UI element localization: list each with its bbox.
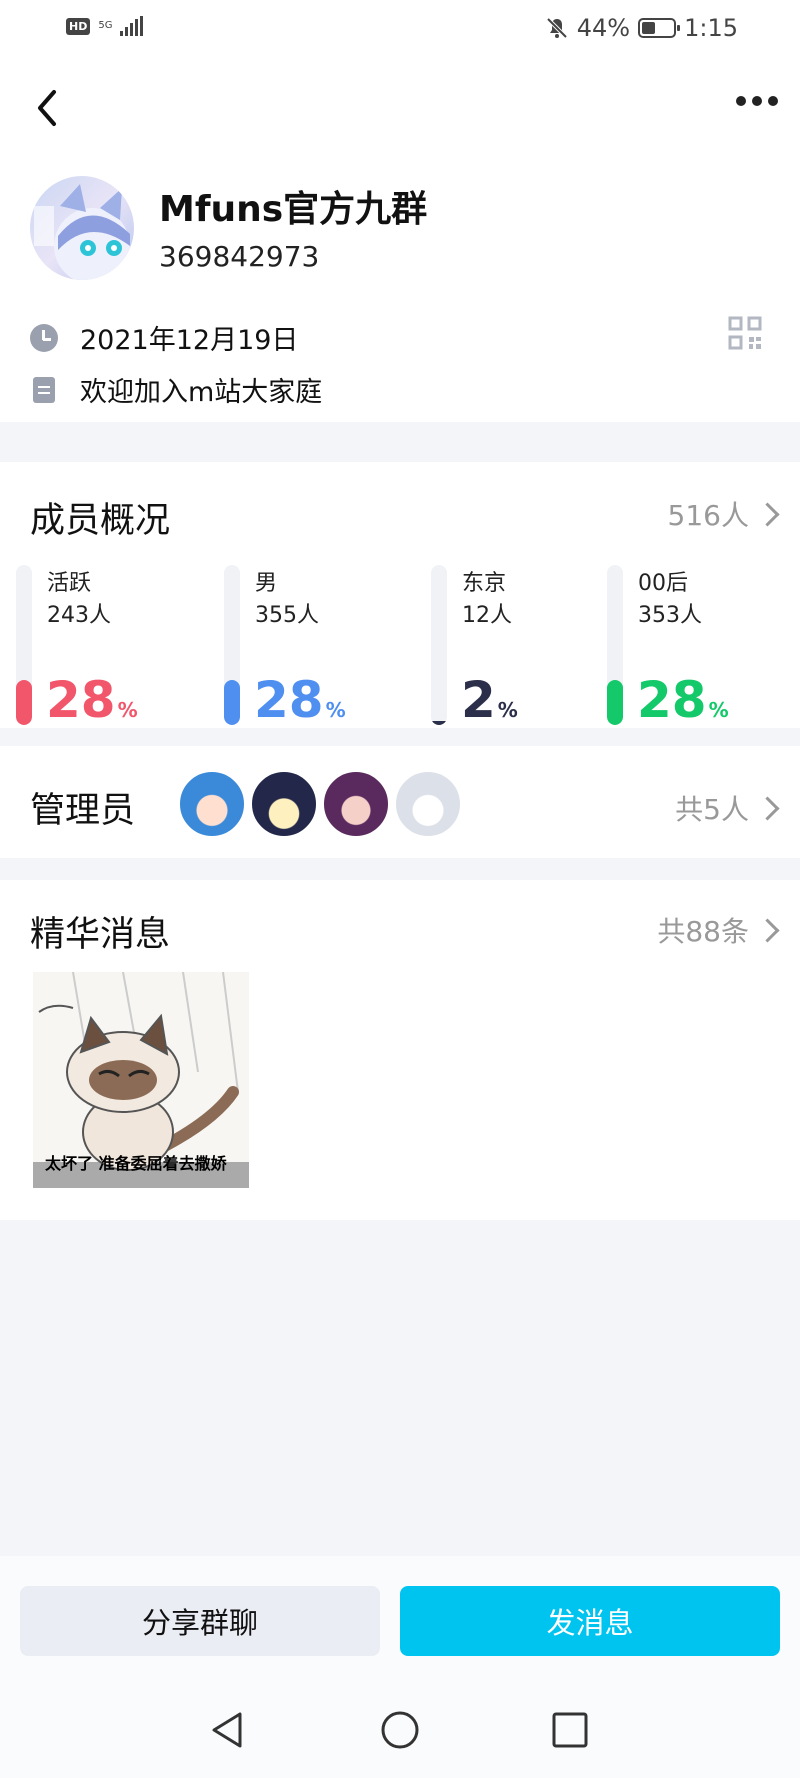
group-id: 369842973 [159, 240, 320, 273]
send-message-button[interactable]: 发消息 [400, 1586, 780, 1656]
qr-code-icon[interactable] [728, 316, 762, 350]
group-avatar[interactable] [30, 176, 134, 280]
admin-avatar[interactable] [250, 770, 318, 838]
created-date: 2021年12月19日 [80, 325, 299, 356]
clock-icon [30, 323, 58, 352]
back-icon[interactable] [30, 88, 66, 128]
group-intro: 欢迎加入m站大家庭 [80, 377, 323, 408]
stat-count: 353人 [638, 603, 702, 628]
chevron-right-icon [755, 795, 780, 821]
stat-bar [224, 680, 240, 725]
battery-percent: 44% [576, 14, 631, 42]
chevron-right-icon [755, 501, 780, 527]
stat-bar [607, 680, 623, 725]
admin-avatar[interactable] [394, 770, 462, 838]
featured-total-link[interactable]: 共88条 [657, 910, 780, 950]
featured-caption: 太坏了 准备委屈着去撒娇 [45, 1154, 227, 1173]
stat-count: 243人 [47, 603, 111, 628]
stat-percent: 28% [46, 671, 138, 729]
group-name: Mfuns官方九群 [159, 189, 428, 230]
network-type: 5G [98, 20, 113, 31]
intro-row: 欢迎加入m站大家庭 [30, 370, 322, 409]
stat-label: 东京 [462, 571, 507, 596]
nav-home-icon[interactable] [380, 1710, 420, 1750]
stat-label: 活跃 [47, 571, 92, 596]
status-bar: HD 5G 44% 1:15 [0, 0, 800, 60]
status-right: 44% 1:15 [545, 14, 738, 42]
stat-percent: 2% [461, 671, 518, 729]
chevron-right-icon [755, 917, 780, 943]
more-icon[interactable] [736, 96, 778, 106]
stat-percent: 28% [637, 671, 729, 729]
clock-time: 1:15 [684, 14, 738, 42]
members-title: 成员概况 [30, 501, 171, 541]
admin-avatar-list [178, 770, 462, 838]
admins-total: 共5人 [675, 793, 749, 826]
admins-total-link[interactable]: 共5人 [675, 788, 780, 828]
nav-back-icon[interactable] [208, 1710, 248, 1750]
stat-percent: 28% [254, 671, 346, 729]
status-left: HD 5G [66, 16, 144, 36]
featured-total: 共88条 [657, 915, 749, 948]
stat-label: 00后 [638, 571, 688, 596]
members-total-link[interactable]: 516人 [667, 494, 780, 534]
signal-icon [120, 16, 144, 36]
share-group-button[interactable]: 分享群聊 [20, 1586, 380, 1656]
stat-count: 355人 [255, 603, 319, 628]
created-date-row: 2021年12月19日 [30, 318, 298, 357]
stat-label: 男 [255, 571, 278, 596]
admin-avatar[interactable] [322, 770, 390, 838]
featured-title: 精华消息 [30, 915, 171, 955]
members-total: 516人 [667, 499, 749, 532]
stat-bar [431, 721, 447, 725]
nav-recents-icon[interactable] [550, 1710, 590, 1750]
document-icon [33, 376, 55, 403]
battery-icon [638, 18, 681, 38]
featured-message-image[interactable]: 太坏了 准备委屈着去撒娇 [33, 972, 249, 1188]
bell-muted-icon [546, 17, 568, 39]
admins-title: 管理员 [30, 791, 136, 831]
admin-avatar[interactable] [178, 770, 246, 838]
stat-bar [16, 680, 32, 725]
hd-badge: HD [66, 17, 91, 35]
stat-count: 12人 [462, 603, 512, 628]
